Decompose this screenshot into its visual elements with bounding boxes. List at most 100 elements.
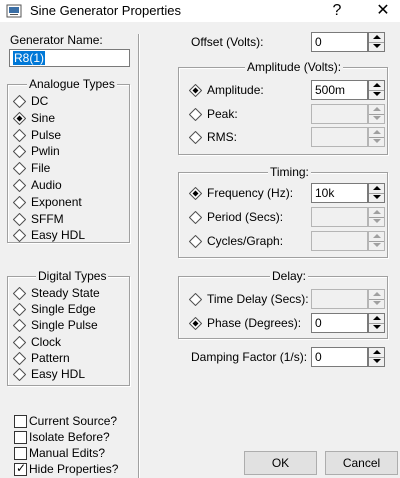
digital-option-single-pulse[interactable]: Single Pulse	[12, 318, 123, 333]
timing-radio-cycles-graph[interactable]: Cycles/Graph:	[188, 234, 309, 249]
damping-input[interactable]: 0	[311, 347, 368, 367]
radio-icon	[12, 145, 27, 159]
digital-option-easy-hdl[interactable]: Easy HDL	[12, 367, 123, 382]
offset-spinner[interactable]	[368, 32, 385, 52]
timing-spinner-cycles-graph[interactable]	[368, 231, 385, 251]
digital-option-pattern[interactable]: Pattern	[12, 350, 123, 366]
amplitude-label: Amplitude:	[207, 83, 264, 97]
radio-icon	[12, 229, 27, 243]
delay-input-time-delay-secs[interactable]	[311, 289, 368, 309]
delay-radio-time-delay-secs[interactable]: Time Delay (Secs):	[188, 292, 309, 307]
digital-option-clock[interactable]: Clock	[12, 334, 123, 349]
analogue-option-label: SFFM	[31, 211, 64, 226]
radio-icon	[12, 178, 27, 193]
checkbox-label: Current Source?	[29, 414, 118, 428]
analogue-option-sine[interactable]: Sine	[12, 110, 123, 126]
timing-spinner-period-secs[interactable]	[368, 207, 385, 227]
radio-checked-icon	[12, 111, 27, 126]
analogue-option-pwlin[interactable]: Pwlin	[12, 144, 123, 159]
timing-label: Cycles/Graph:	[207, 234, 284, 248]
delay-radio-phase-degrees[interactable]: Phase (Degrees):	[188, 316, 309, 331]
analogue-option-label: Audio	[31, 178, 62, 192]
panel-separator	[138, 34, 140, 478]
amplitude-label: Peak:	[207, 106, 238, 121]
analogue-option-pulse[interactable]: Pulse	[12, 127, 123, 142]
digital-option-label: Pattern	[31, 350, 70, 365]
delay-spinner-phase-degrees[interactable]	[368, 313, 385, 333]
radio-checked-icon	[188, 83, 203, 98]
checkmark-icon: ✓	[16, 461, 27, 475]
analogue-option-label: DC	[31, 94, 49, 108]
amplitude-input-peak[interactable]	[311, 103, 368, 124]
checkbox-label: Isolate Before?	[29, 430, 110, 444]
offset-input[interactable]: 0	[311, 32, 368, 52]
analogue-option-label: Exponent	[31, 194, 82, 209]
analogue-option-label: Sine	[31, 110, 56, 125]
amplitude-spinner-peak[interactable]	[368, 103, 385, 124]
amplitude-input-rms[interactable]	[311, 127, 368, 147]
amplitude-radio-peak[interactable]: Peak:	[188, 106, 309, 121]
checkbox-label: Manual Edits?	[29, 446, 106, 460]
checkbox-isolate-before[interactable]: Isolate Before?	[14, 430, 129, 444]
radio-icon	[188, 107, 203, 121]
timing-input-cycles-graph[interactable]	[311, 231, 368, 251]
timing-radio-frequency-hz[interactable]: Frequency (Hz):	[188, 186, 309, 201]
analogue-types-title: Analogue Types	[27, 77, 117, 91]
checkbox-icon	[14, 431, 27, 444]
radio-icon	[188, 234, 203, 249]
checkbox-manual-edits[interactable]: Manual Edits?	[14, 446, 129, 460]
timing-label: Frequency (Hz):	[207, 186, 294, 200]
delay-spinner-time-delay-secs[interactable]	[368, 289, 385, 309]
digital-option-label: Easy HDL	[31, 367, 86, 381]
radio-checked-icon	[188, 186, 203, 201]
analogue-option-sffm[interactable]: SFFM	[12, 211, 123, 226]
digital-option-label: Clock	[31, 334, 62, 349]
ok-button[interactable]: OK	[244, 451, 317, 475]
checkbox-label: Hide Properties?	[29, 462, 119, 476]
generator-name-input[interactable]: R8(1)	[9, 49, 130, 67]
amplitude-radio-amplitude[interactable]: Amplitude:	[188, 83, 309, 98]
amplitude-title: Amplitude (Volts):	[245, 60, 344, 74]
timing-input-period-secs[interactable]	[311, 207, 368, 227]
analogue-option-dc[interactable]: DC	[12, 94, 123, 109]
timing-spinner-frequency-hz[interactable]	[368, 183, 385, 203]
generator-name-value: R8(1)	[13, 51, 46, 65]
digital-types-title: Digital Types	[36, 269, 109, 283]
radio-icon	[12, 286, 27, 301]
radio-icon	[12, 367, 27, 382]
checkbox-checked-icon: ✓	[14, 461, 27, 476]
timing-radio-period-secs[interactable]: Period (Secs):	[188, 210, 309, 225]
radio-icon	[188, 130, 203, 145]
analogue-option-label: File	[31, 161, 51, 176]
amplitude-input-amplitude[interactable]: 500m	[311, 80, 368, 100]
radio-icon	[12, 195, 27, 210]
checkbox-icon	[14, 447, 27, 460]
delay-input-phase-degrees[interactable]: 0	[311, 313, 368, 333]
delay-label: Time Delay (Secs):	[207, 292, 309, 306]
digital-option-single-edge[interactable]: Single Edge	[12, 302, 123, 317]
delay-label: Phase (Degrees):	[207, 316, 302, 330]
analogue-option-easy-hdl[interactable]: Easy HDL	[12, 228, 123, 243]
timing-input-frequency-hz[interactable]: 10k	[311, 183, 368, 203]
window-title: Sine Generator Properties	[30, 3, 182, 18]
analogue-option-audio[interactable]: Audio	[12, 178, 123, 193]
timing-label: Period (Secs):	[207, 210, 284, 224]
help-button[interactable]: ?	[320, 0, 354, 22]
analogue-option-file[interactable]: File	[12, 161, 123, 176]
cancel-button[interactable]: Cancel	[325, 451, 398, 475]
digital-option-label: Steady State	[31, 286, 100, 300]
amplitude-spinner-amplitude[interactable]	[368, 80, 385, 100]
analogue-option-exponent[interactable]: Exponent	[12, 194, 123, 210]
amplitude-radio-rms[interactable]: RMS:	[188, 130, 309, 145]
damping-spinner[interactable]	[368, 347, 385, 367]
timing-title: Timing:	[268, 165, 311, 179]
checkbox-icon	[14, 415, 27, 428]
digital-option-steady-state[interactable]: Steady State	[12, 286, 123, 301]
close-button[interactable]: ✕	[366, 0, 400, 22]
checkbox-hide-properties[interactable]: ✓ Hide Properties?	[14, 461, 129, 476]
checkbox-current-source[interactable]: Current Source?	[14, 414, 129, 428]
damping-label: Damping Factor (1/s):	[191, 350, 308, 364]
generator-name-label: Generator Name:	[10, 33, 103, 47]
analogue-option-label: Pulse	[31, 127, 62, 142]
amplitude-spinner-rms[interactable]	[368, 127, 385, 147]
